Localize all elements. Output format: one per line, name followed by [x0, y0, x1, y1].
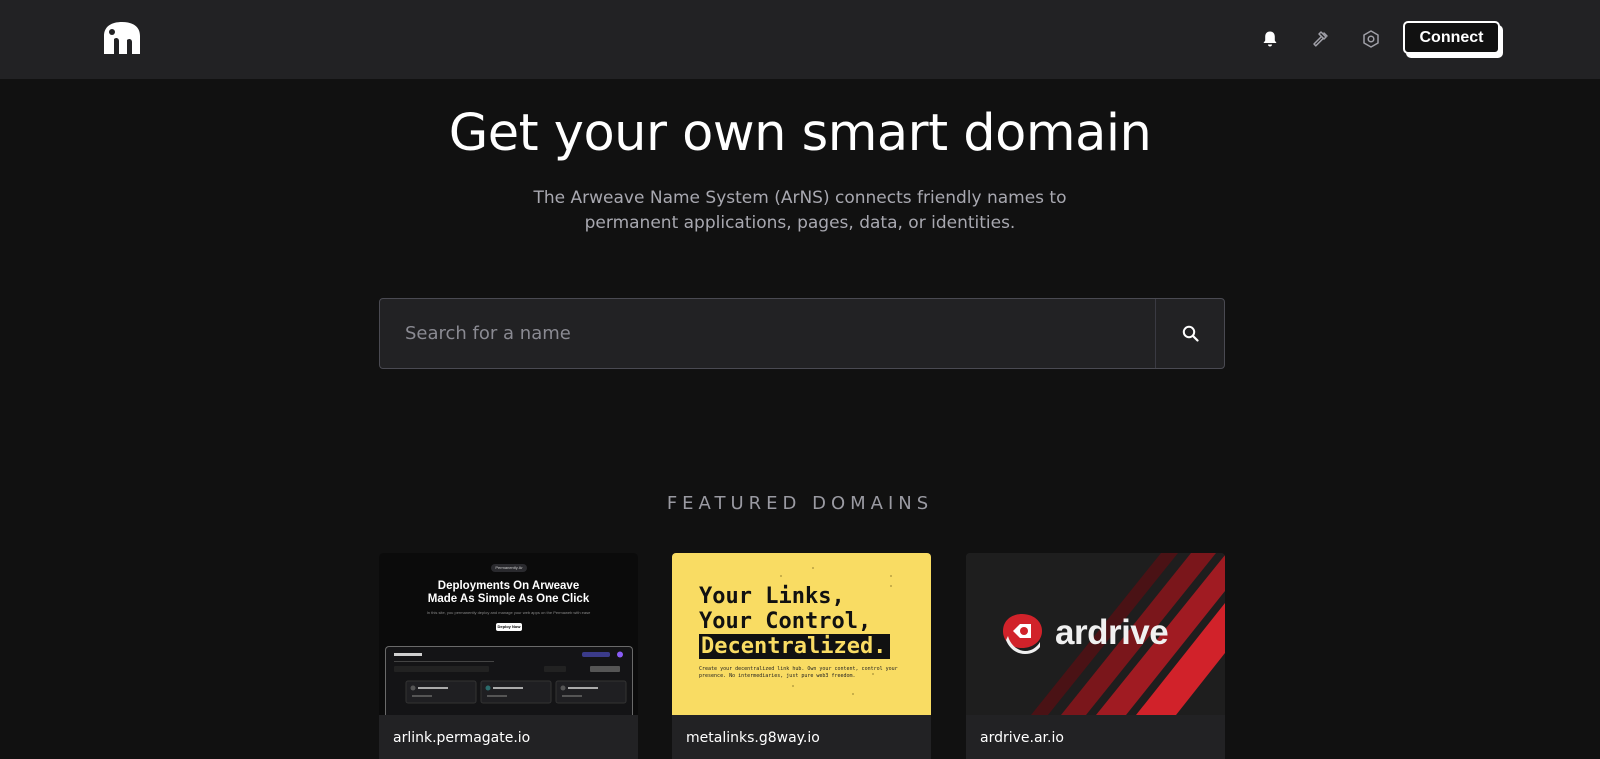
thumb-cta: Deploy Now — [496, 623, 522, 631]
thumb-headline-line-1: Your Links, — [699, 584, 845, 609]
featured-domain-card[interactable]: Permanently Ar Deployments On Arweave Ma… — [379, 553, 638, 759]
thumb-headline: Your Links, Your Control, Decentralized. — [699, 584, 891, 659]
domain-name: metalinks.g8way.io — [686, 730, 820, 746]
thumb-description: In this site, you permanently deploy and… — [426, 610, 591, 615]
domain-thumbnail: Your Links, Your Control, Decentralized.… — [672, 553, 931, 715]
search-button[interactable] — [1155, 299, 1224, 368]
search-bar — [379, 298, 1225, 369]
settings-hexagon-icon[interactable] — [1359, 27, 1383, 51]
thumb-title-line-2: Made As Simple As One Click — [427, 593, 590, 605]
featured-domains-heading: FEATURED DOMAINS — [666, 493, 934, 514]
page-subtitle: The Arweave Name System (ArNS) connects … — [0, 186, 1600, 236]
thumb-brand: ardrive — [1055, 613, 1169, 652]
hammer-icon[interactable] — [1309, 27, 1333, 51]
top-nav-bar: Connect — [0, 0, 1600, 79]
thumb-app-preview — [385, 646, 633, 715]
thumb-headline-line-2: Your Control, — [699, 609, 872, 634]
featured-domain-card[interactable]: ardrive ardrive.ar.io — [966, 553, 1225, 759]
connect-button[interactable]: Connect — [1403, 21, 1500, 54]
thumb-title-line-1: Deployments On Arweave — [437, 580, 580, 592]
page-title: Get your own smart domain — [448, 104, 1152, 163]
bell-icon[interactable] — [1258, 27, 1282, 51]
thumb-headline-line-3: Decentralized. — [699, 634, 891, 659]
featured-domain-card[interactable]: Your Links, Your Control, Decentralized.… — [672, 553, 931, 759]
search-icon — [1182, 325, 1199, 342]
elephant-logo-icon[interactable] — [100, 20, 144, 56]
thumb-description: Create your decentralized link hub. Own … — [699, 666, 898, 679]
domain-name: ardrive.ar.io — [980, 730, 1064, 746]
domain-thumbnail: Permanently Ar Deployments On Arweave Ma… — [379, 553, 638, 715]
search-input[interactable] — [380, 299, 1155, 368]
domain-thumbnail: ardrive — [966, 553, 1225, 715]
subtitle-line-1: The Arweave Name System (ArNS) connects … — [533, 188, 1067, 208]
ardrive-logo-icon — [1003, 614, 1042, 654]
subtitle-line-2: permanent applications, pages, data, or … — [584, 213, 1016, 233]
domain-name: arlink.permagate.io — [393, 730, 531, 746]
thumb-pill: Permanently Ar — [491, 564, 527, 572]
connect-button-wrapper: Connect — [1403, 21, 1503, 58]
thumb-title: Deployments On Arweave Made As Simple As… — [379, 580, 638, 606]
